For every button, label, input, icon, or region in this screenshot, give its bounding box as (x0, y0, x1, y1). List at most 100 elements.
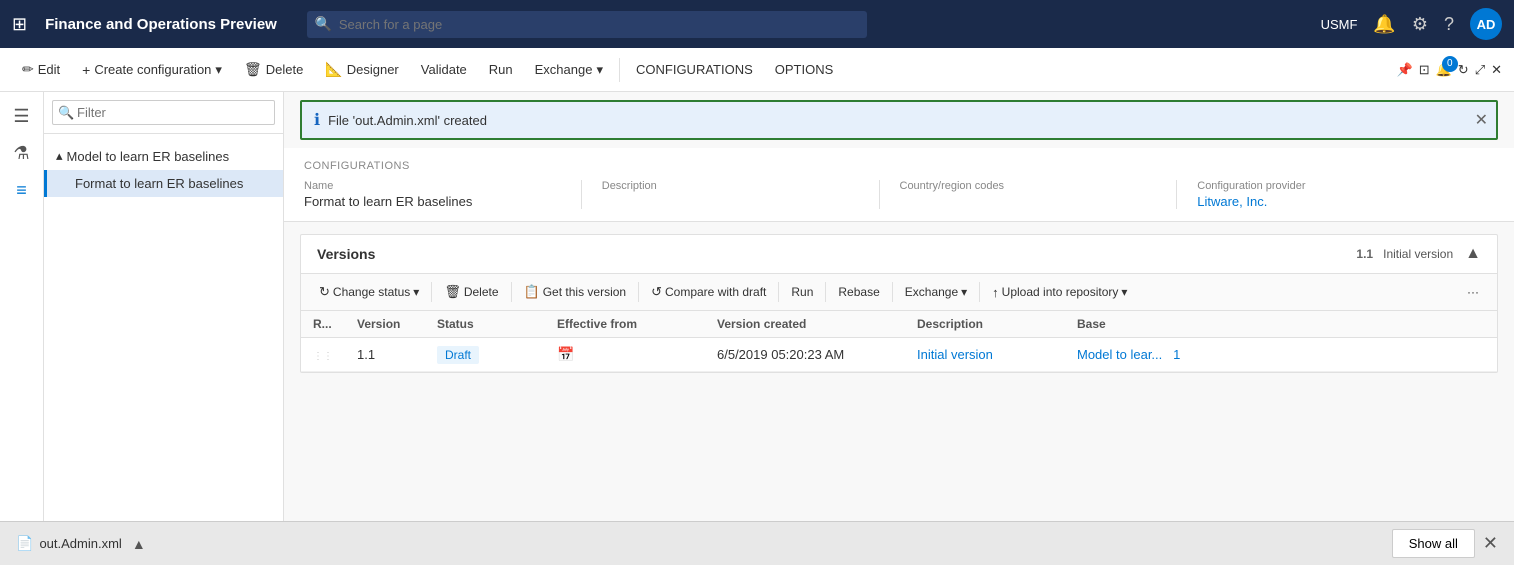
change-status-button[interactable]: ↻ Change status ▾ (311, 280, 427, 304)
versions-title: Versions (317, 246, 1356, 262)
close-icon[interactable]: ✕ (1491, 62, 1502, 78)
rebase-button[interactable]: Rebase (830, 281, 887, 303)
edit-icon: ✏ (22, 61, 34, 78)
badge-number: 1.1 (1356, 247, 1373, 261)
col-base: Base (1065, 311, 1497, 338)
filter-wrap: 🔍 (52, 100, 275, 125)
create-dropdown-icon: ▾ (215, 62, 222, 78)
config-provider-field: Configuration provider Litware, Inc. (1197, 180, 1474, 209)
cell-r: ⋮⋮ (301, 338, 345, 372)
create-config-button[interactable]: + Create configuration ▾ (72, 56, 232, 84)
help-icon[interactable]: ? (1444, 14, 1454, 35)
more-button[interactable]: ··· (1459, 281, 1487, 303)
top-nav: ⊞ Finance and Operations Preview 🔍 USMF … (0, 0, 1514, 48)
sidebar-item-child[interactable]: Format to learn ER baselines (44, 170, 283, 197)
compare-draft-button[interactable]: ↺ Compare with draft (643, 280, 774, 304)
vt-sep-2 (511, 282, 512, 302)
grid-icon[interactable]: ⊞ (12, 14, 27, 35)
col-effective-from: Effective from (545, 311, 705, 338)
create-icon: + (82, 62, 90, 78)
cell-version-created: 6/5/2019 05:20:23 AM (705, 338, 905, 372)
versions-toolbar: ↻ Change status ▾ 🗑 Delete 📋 Get this ve… (301, 274, 1497, 311)
file-name: out.Admin.xml (39, 536, 121, 551)
versions-panel: Versions 1.1 Initial version ▲ ↻ Change … (300, 234, 1498, 373)
settings-icon[interactable]: ⚙ (1412, 14, 1428, 35)
designer-button[interactable]: 📐 Designer (315, 55, 408, 84)
change-status-icon: ↻ (319, 284, 330, 300)
compare-icon: ↺ (651, 284, 662, 300)
drag-handle: ⋮⋮ (313, 351, 333, 362)
country-label: Country/region codes (900, 180, 1157, 192)
versions-badge: 1.1 Initial version (1356, 247, 1453, 261)
bottom-file: 📄 out.Admin.xml ▲ (16, 535, 162, 552)
vt-sep-1 (431, 282, 432, 302)
info-icon: ℹ (314, 110, 320, 130)
versions-table: R... Version Status Effective from Versi (301, 311, 1497, 372)
more-icon: ··· (1467, 285, 1479, 299)
search-wrap: 🔍 (307, 11, 867, 38)
notification-close-icon[interactable]: ✕ (1475, 110, 1488, 130)
show-all-button[interactable]: Show all (1392, 529, 1475, 558)
filter-input[interactable] (52, 100, 275, 125)
app-title: Finance and Operations Preview (45, 16, 277, 33)
upload-repo-button[interactable]: ↑ Upload into repository ▾ (984, 281, 1135, 304)
desc-label: Description (602, 180, 859, 192)
edit-button[interactable]: ✏ Edit (12, 55, 70, 84)
bottom-bar: 📄 out.Admin.xml ▲ Show all ✕ (0, 521, 1514, 565)
config-header: CONFIGURATIONS Name Format to learn ER b… (284, 148, 1514, 222)
maximize-icon[interactable]: ⤢ (1475, 62, 1485, 78)
validate-button[interactable]: Validate (411, 56, 477, 83)
list-icon[interactable]: ≡ (10, 174, 33, 207)
bottom-close-icon[interactable]: ✕ (1483, 533, 1498, 554)
bottom-expand-icon[interactable]: ▲ (132, 536, 146, 552)
delete-button[interactable]: 🗑 Delete (234, 55, 313, 84)
col-status: Status (425, 311, 545, 338)
vt-sep-5 (825, 282, 826, 302)
status-badge: Draft (437, 346, 479, 364)
toolbar-right: 📌 ⊡ 🔔 0 ↻ ⤢ ✕ (1397, 62, 1503, 78)
provider-label: Configuration provider (1197, 180, 1454, 192)
exchange-dd-icon: ▾ (961, 285, 967, 299)
notification-bar: ℹ File 'out.Admin.xml' created ✕ (300, 100, 1498, 140)
vt-sep-3 (638, 282, 639, 302)
exchange-dropdown-icon: ▾ (596, 62, 603, 78)
versions-delete-button[interactable]: 🗑 Delete (436, 280, 506, 304)
search-input[interactable] (307, 11, 867, 38)
main-layout: ☰ ⚗ ≡ 🔍 ▴ Model to learn ER baselines Fo… (0, 92, 1514, 565)
vt-sep-6 (892, 282, 893, 302)
office-icon[interactable]: ⊡ (1419, 62, 1430, 78)
versions-exchange-button[interactable]: Exchange ▾ (897, 281, 975, 303)
cell-status: Draft (425, 338, 545, 372)
filter-icon[interactable]: ⚗ (7, 137, 35, 170)
sidebar-filter: 🔍 (44, 92, 283, 134)
notification-icon[interactable]: 🔔 (1373, 14, 1395, 35)
top-nav-right: USMF 🔔 ⚙ ? AD (1321, 8, 1502, 40)
get-version-icon: 📋 (524, 284, 540, 300)
upload-icon: ↑ (992, 285, 999, 300)
refresh-icon[interactable]: ↻ (1458, 62, 1469, 78)
col-description: Description (905, 311, 1065, 338)
icon-bar: ☰ ⚗ ≡ (0, 92, 44, 565)
name-value: Format to learn ER baselines (304, 194, 561, 209)
hamburger-icon[interactable]: ☰ (7, 100, 35, 133)
bottom-right: Show all ✕ (1392, 529, 1498, 558)
versions-collapse-icon[interactable]: ▲ (1465, 245, 1481, 263)
run-button[interactable]: Run (479, 56, 523, 83)
change-status-dropdown-icon: ▾ (413, 285, 419, 299)
notification-badge: 0 (1442, 56, 1458, 72)
avatar[interactable]: AD (1470, 8, 1502, 40)
get-version-button[interactable]: 📋 Get this version (516, 280, 635, 304)
sidebar-item-parent[interactable]: ▴ Model to learn ER baselines (44, 142, 283, 170)
content-area: ℹ File 'out.Admin.xml' created ✕ CONFIGU… (284, 92, 1514, 565)
versions-run-button[interactable]: Run (783, 281, 821, 303)
sidebar: 🔍 ▴ Model to learn ER baselines Format t… (44, 92, 284, 565)
main-toolbar: ✏ Edit + Create configuration ▾ 🗑 Delete… (0, 48, 1514, 92)
options-button[interactable]: OPTIONS (765, 56, 844, 83)
provider-value[interactable]: Litware, Inc. (1197, 194, 1454, 209)
file-icon: 📄 (16, 535, 33, 552)
exchange-button[interactable]: Exchange ▾ (525, 56, 613, 84)
configurations-button[interactable]: CONFIGURATIONS (626, 56, 763, 83)
pin-icon[interactable]: 📌 (1397, 62, 1413, 78)
table-row[interactable]: ⋮⋮ 1.1 Draft 📅 6/5/2019 05:20:23 AM Init… (301, 338, 1497, 372)
col-r: R... (301, 311, 345, 338)
